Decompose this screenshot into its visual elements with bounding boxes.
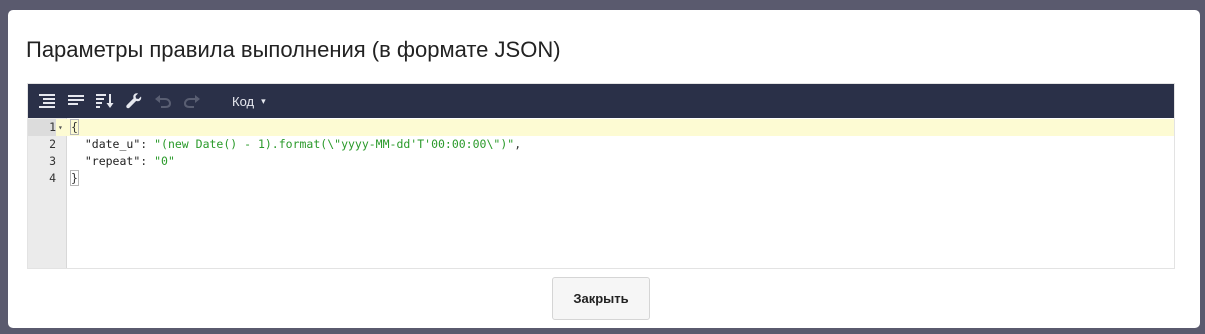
- text-cursor: [77, 120, 79, 133]
- line-number: 2: [49, 137, 56, 151]
- mode-label: Код: [232, 93, 255, 109]
- chevron-down-icon: ▾: [261, 95, 266, 106]
- undo-icon: [155, 95, 171, 108]
- line-number: 3: [49, 154, 56, 168]
- open-brace: {: [70, 119, 79, 135]
- format-button[interactable]: [36, 90, 58, 112]
- json-string: "0": [154, 154, 175, 168]
- editor-toolbar: Код ▾: [28, 84, 1174, 118]
- code-area[interactable]: 1 ▾ { 2 "date_u": "(new Date() - 1).form…: [28, 118, 1174, 268]
- json-params-modal: Параметры правила выполнения (в формате …: [8, 10, 1200, 328]
- json-editor: Код ▾ 1 ▾ { 2 "date_u": "(new Date() - 1…: [27, 83, 1175, 269]
- redo-button[interactable]: [181, 90, 203, 112]
- code-line-1: 1 ▾ {: [28, 119, 1174, 136]
- json-string: "(new Date() - 1).format(: [154, 137, 328, 151]
- code-line-2: 2 "date_u": "(new Date() - 1).format(\"y…: [28, 136, 1174, 153]
- wrench-icon: [126, 93, 142, 109]
- fold-arrow-icon[interactable]: ▾: [58, 119, 63, 136]
- code-line-3: 3 "repeat": "0": [28, 153, 1174, 170]
- compact-button[interactable]: [65, 90, 87, 112]
- line-number: 4: [49, 171, 56, 185]
- sort-icon: [96, 94, 114, 108]
- sort-button[interactable]: [94, 90, 116, 112]
- json-key: "date_u": [84, 137, 141, 151]
- close-button[interactable]: Закрыть: [552, 277, 650, 320]
- code-line-4: 4 }: [28, 170, 1174, 187]
- format-icon: [39, 94, 55, 108]
- repair-button[interactable]: [123, 90, 145, 112]
- close-brace: }: [70, 170, 79, 186]
- compact-icon: [68, 95, 84, 105]
- undo-button[interactable]: [152, 90, 174, 112]
- modal-title: Параметры правила выполнения (в формате …: [26, 37, 561, 62]
- line-number: 1: [28, 119, 56, 136]
- json-key: "repeat": [84, 154, 141, 168]
- mode-dropdown[interactable]: Код ▾: [232, 94, 266, 109]
- redo-icon: [184, 95, 200, 108]
